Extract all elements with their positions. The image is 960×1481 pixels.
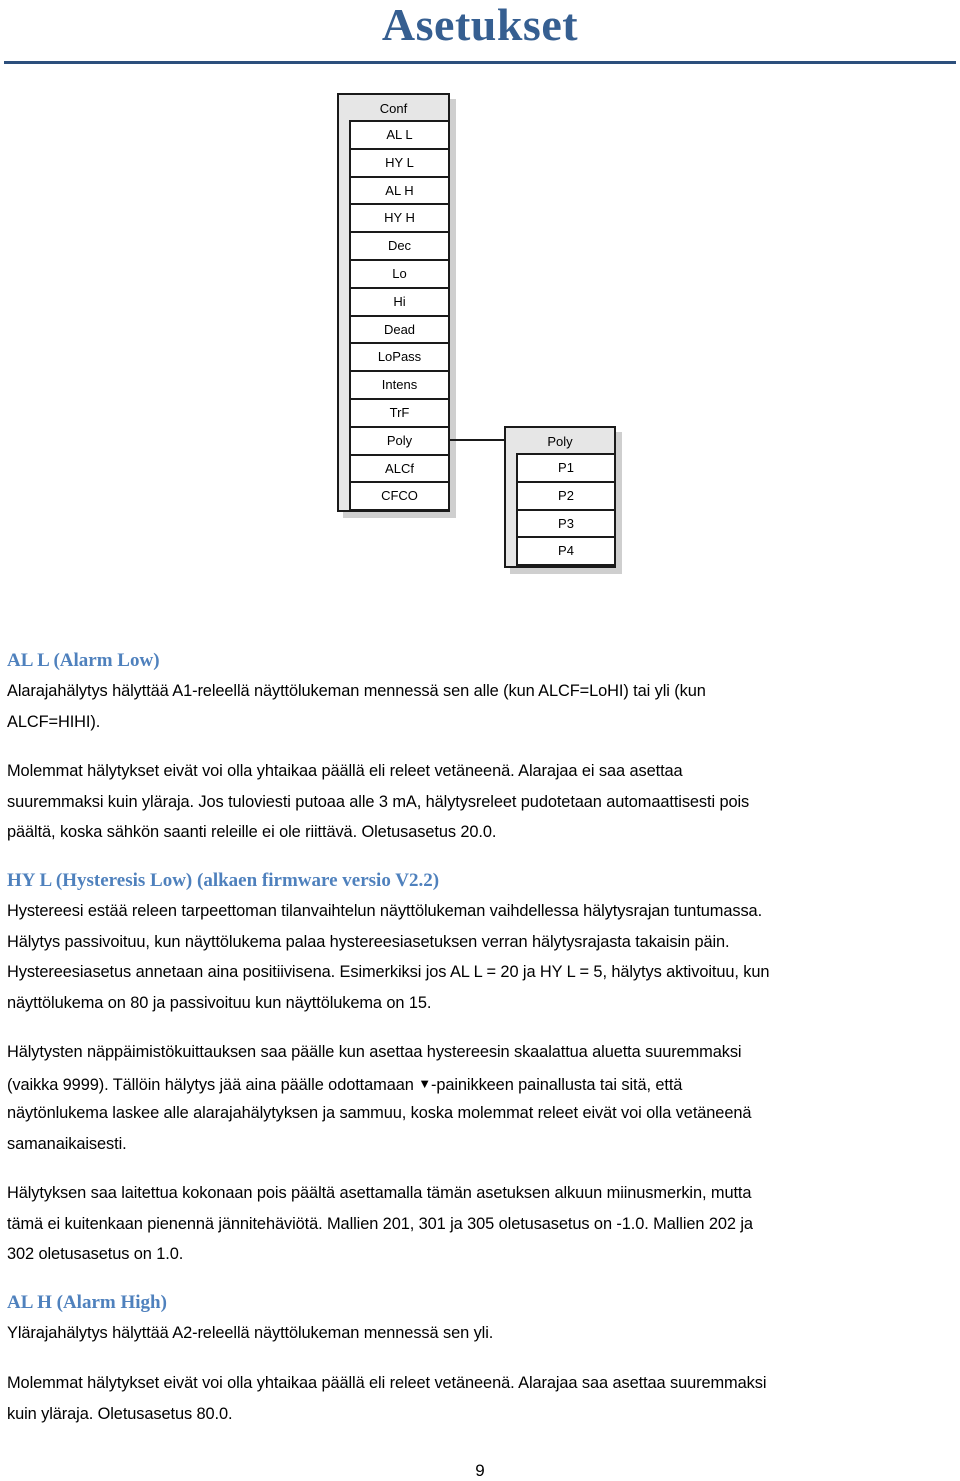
conf-menu-item: HY L [349,147,450,178]
paragraph-line: kuin yläraja. Oletusasetus 80.0. [7,1405,233,1423]
paragraph-line: Hälytys passivoituu, kun näyttölukema pa… [7,933,730,951]
paragraph-line: Hystereesi estää releen tarpeettoman til… [7,902,763,920]
conf-menu-item: Poly [349,425,450,456]
page-title: Asetukset [381,0,579,50]
down-arrow-icon: ▼ [418,1076,431,1091]
poly-connector-line [450,439,505,441]
paragraph-line: Hälytysten näppäimistökuittauksen saa pä… [7,1043,742,1061]
conf-menu-item: AL L [349,120,450,150]
paragraph-line: näytönlukema laskee alle alarajahälytyks… [7,1104,752,1122]
poly-menu-item: P1 [516,453,616,483]
paragraph-line: suuremmaksi kuin yläraja. Jos tuloviesti… [7,793,750,811]
conf-menu-item: Dead [349,314,450,345]
paragraph-line: Molemmat hälytykset eivät voi olla yhtai… [7,762,683,780]
section-heading-al-l: AL L (Alarm Low) [7,650,160,671]
page-number: 9 [475,1461,485,1480]
text-span: -painikkeen painallusta tai sitä, että [430,1076,683,1094]
conf-menu-item: HY H [349,203,450,234]
poly-menu-box: Poly P1 P2 P3 P4 [504,426,616,568]
conf-menu-item: LoPass [349,342,450,373]
paragraph-line: Hystereesiasetus annetaan aina positiivi… [7,963,770,981]
paragraph-line: päältä, koska sähkön saanti releille ei … [7,823,497,841]
paragraph-line: Ylärajahälytys hälyttää A2-releellä näyt… [7,1324,494,1342]
paragraph-line: Molemmat hälytykset eivät voi olla yhtai… [7,1374,767,1392]
poly-menu-item: P2 [516,480,616,511]
conf-menu-header: Conf [379,101,408,116]
conf-menu-item: Hi [349,286,450,317]
paragraph-line: tämä ei kuitenkaan pienennä jännitehäviö… [7,1215,753,1233]
conf-menu-item: ALCf [349,453,450,484]
conf-menu-item: Intens [349,370,450,400]
paragraph-line: Hälytyksen saa laitettua kokonaan pois p… [7,1184,752,1202]
poly-menu-header: Poly [547,434,573,449]
conf-menu-item: TrF [349,398,450,428]
conf-menu-item: Dec [349,231,450,261]
conf-menu-item: CFCO [349,481,450,512]
conf-menu-box: Conf AL L HY L AL H HY H Dec Lo Hi Dead LoPass In… [337,93,450,512]
paragraph-line: (vaikka 9999). Tällöin hälytys jää aina … [7,1068,682,1101]
poly-menu-item: P3 [516,508,616,539]
poly-menu-item: P4 [516,536,616,567]
conf-menu-item: Lo [349,259,450,289]
paragraph-line: Alarajahälytys hälyttää A1-releellä näyt… [7,682,706,700]
title-divider [4,61,956,64]
text-span: (vaikka 9999). Tällöin hälytys jää aina … [7,1076,419,1094]
section-heading-al-h: AL H (Alarm High) [7,1292,167,1313]
conf-menu-item: AL H [349,175,450,206]
paragraph-line: samanaikaisesti. [7,1135,127,1153]
paragraph-line: ALCF=HIHI). [7,713,101,731]
section-heading-hy-l: HY L (Hysteresis Low) (alkaen firmware v… [7,870,440,891]
paragraph-line: näyttölukema on 80 ja passivoituu kun nä… [7,994,432,1012]
paragraph-line: 302 oletusasetus on 1.0. [7,1245,184,1263]
